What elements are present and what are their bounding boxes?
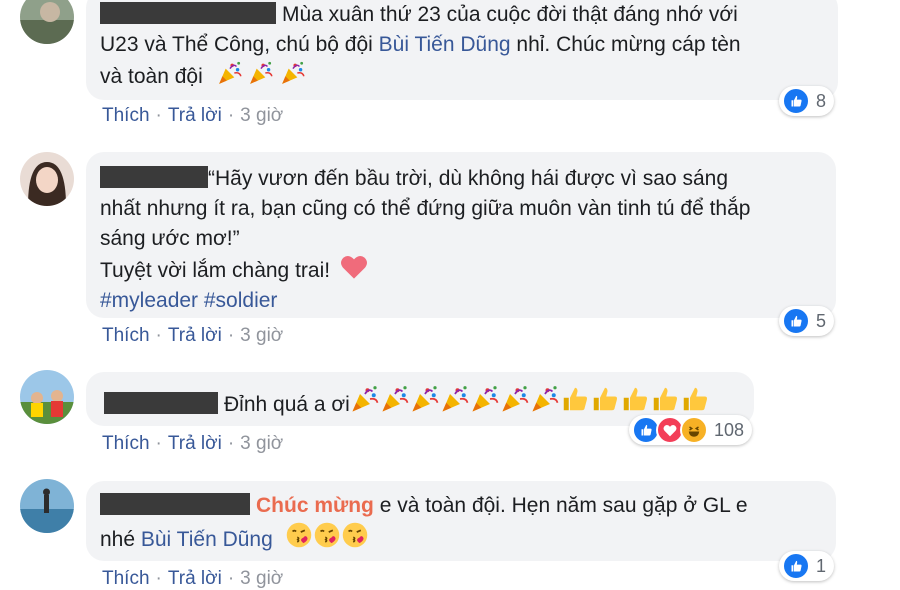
like-link[interactable]: Thích: [102, 105, 150, 126]
kiss-icon: [341, 521, 369, 549]
comment-text: e và toàn đội. Hẹn năm sau gặp ở GL e: [373, 494, 748, 517]
heart-icon: [340, 255, 367, 279]
hashtags[interactable]: #myleader #soldier: [100, 286, 750, 316]
comment-text: nhất nhưng ít ra, bạn cũng có thể đứng g…: [100, 197, 751, 220]
like-reaction-icon: [782, 552, 810, 580]
thumbs-up-icon: [680, 384, 710, 414]
timestamp[interactable]: 3 giờ: [240, 325, 283, 346]
mention-link[interactable]: Bùi Tiến Dũng: [141, 528, 273, 551]
comment-text: nhé: [100, 528, 141, 551]
like-reaction-icon: [782, 307, 810, 335]
comment-bubble: Mùa xuân thứ 23 của cuộc đời thật đáng n…: [86, 0, 838, 100]
reaction-count: 8: [816, 90, 827, 111]
reaction-count: 108: [714, 419, 745, 440]
party-popper-icon: [500, 384, 530, 414]
like-link[interactable]: Thích: [102, 325, 150, 346]
reply-link[interactable]: Trả lời: [168, 433, 222, 454]
comment-text: Mùa xuân thứ 23 của cuộc đời thật đáng n…: [282, 3, 738, 26]
thumbs-up-icon: [620, 384, 650, 414]
reaction-count: 5: [816, 310, 827, 331]
kiss-icon: [285, 521, 313, 549]
thumbs-up-icon: [650, 384, 680, 414]
party-popper-icon: [380, 384, 410, 414]
comment-bubble: Chúc mừng e và toàn đội. Hẹn năm sau gặp…: [86, 481, 836, 561]
avatar[interactable]: [20, 479, 74, 533]
commenter-name-redacted[interactable]: [100, 166, 208, 188]
comment-text: Tuyệt vời lắm chàng trai!: [100, 259, 331, 282]
commenter-name-redacted[interactable]: [100, 2, 276, 24]
comment-actions: Thích · Trả lời · 3 giờ: [102, 105, 284, 126]
reply-link[interactable]: Trả lời: [168, 325, 222, 346]
commenter-name-redacted[interactable]: [100, 493, 250, 515]
reaction-count: 1: [816, 555, 827, 576]
comment-bubble: “Hãy vươn đến bầu trời, dù không hái đượ…: [86, 152, 836, 318]
timestamp[interactable]: 3 giờ: [240, 105, 283, 126]
reaction-summary[interactable]: 8: [779, 86, 835, 116]
comment-text: nhỉ. Chúc mừng cáp tèn: [510, 33, 741, 56]
comment-text: U23 và Thể Công, chú bộ đội: [100, 33, 379, 56]
comment-text: Đỉnh quá a ơi: [224, 393, 350, 416]
avatar[interactable]: [20, 152, 74, 206]
commenter-name-redacted[interactable]: [104, 392, 218, 414]
reaction-summary[interactable]: 5: [779, 306, 835, 336]
party-popper-icon: [217, 60, 243, 86]
party-popper-icon: [280, 60, 306, 86]
avatar[interactable]: [20, 0, 74, 44]
comment-actions: Thích · Trả lời · 3 giờ: [102, 325, 284, 346]
comment-text: và toàn đội: [100, 65, 203, 88]
comment-text: sáng ước mơ!”: [100, 227, 240, 250]
like-reaction-icon: [782, 87, 810, 115]
party-popper-icon: [530, 384, 560, 414]
party-popper-icon: [350, 384, 380, 414]
like-link[interactable]: Thích: [102, 433, 150, 454]
highlighted-text: Chúc mừng: [256, 494, 374, 517]
reaction-summary[interactable]: 1: [779, 551, 835, 581]
reply-link[interactable]: Trả lời: [168, 105, 222, 126]
party-popper-icon: [410, 384, 440, 414]
comment-actions: Thích · Trả lời · 3 giờ: [102, 568, 284, 589]
thumbs-up-icon: [560, 384, 590, 414]
reaction-summary[interactable]: 108: [629, 415, 753, 445]
party-popper-icon: [440, 384, 470, 414]
party-popper-icon: [470, 384, 500, 414]
comment-text: “Hãy vươn đến bầu trời, dù không hái đượ…: [208, 167, 729, 190]
mention-link[interactable]: Bùi Tiến Dũng: [379, 33, 511, 56]
kiss-icon: [313, 521, 341, 549]
avatar[interactable]: [20, 370, 74, 424]
timestamp[interactable]: 3 giờ: [240, 433, 283, 454]
comment-actions: Thích · Trả lời · 3 giờ: [102, 433, 284, 454]
thumbs-up-icon: [590, 384, 620, 414]
haha-reaction-icon: [680, 416, 708, 444]
party-popper-icon: [248, 60, 274, 86]
